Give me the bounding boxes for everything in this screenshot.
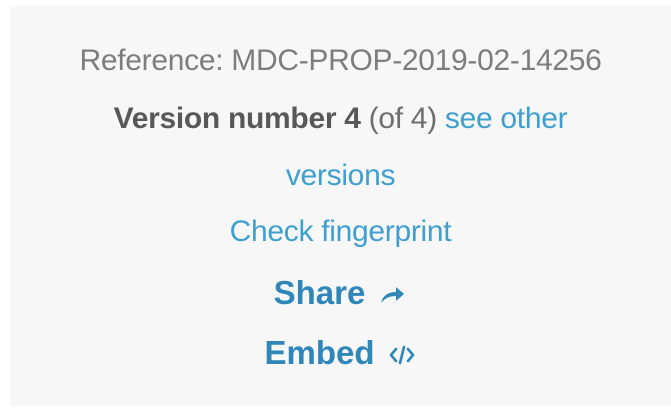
see-other-versions-link[interactable]: see other	[445, 102, 568, 135]
check-fingerprint-label[interactable]: Check fingerprint	[230, 215, 452, 248]
reference-text: Reference: MDC-PROP-2019-02-14256	[79, 44, 602, 77]
check-fingerprint-link[interactable]: Check fingerprint	[10, 215, 671, 249]
share-arrow-icon	[377, 283, 407, 307]
embed-label: Embed	[264, 334, 375, 371]
version-line: Version number 4 (of 4) see other	[10, 102, 671, 136]
see-other-versions-link-cont[interactable]: versions	[10, 159, 671, 193]
version-number: Version number 4	[113, 102, 361, 135]
share-button[interactable]: Share	[10, 274, 671, 312]
versions-link-text[interactable]: versions	[286, 159, 396, 192]
code-icon	[387, 344, 417, 366]
version-count: (of 4)	[360, 102, 445, 135]
document-info-panel: Reference: MDC-PROP-2019-02-14256 Versio…	[10, 6, 671, 406]
embed-button[interactable]: Embed	[10, 334, 671, 372]
share-label: Share	[273, 274, 366, 311]
